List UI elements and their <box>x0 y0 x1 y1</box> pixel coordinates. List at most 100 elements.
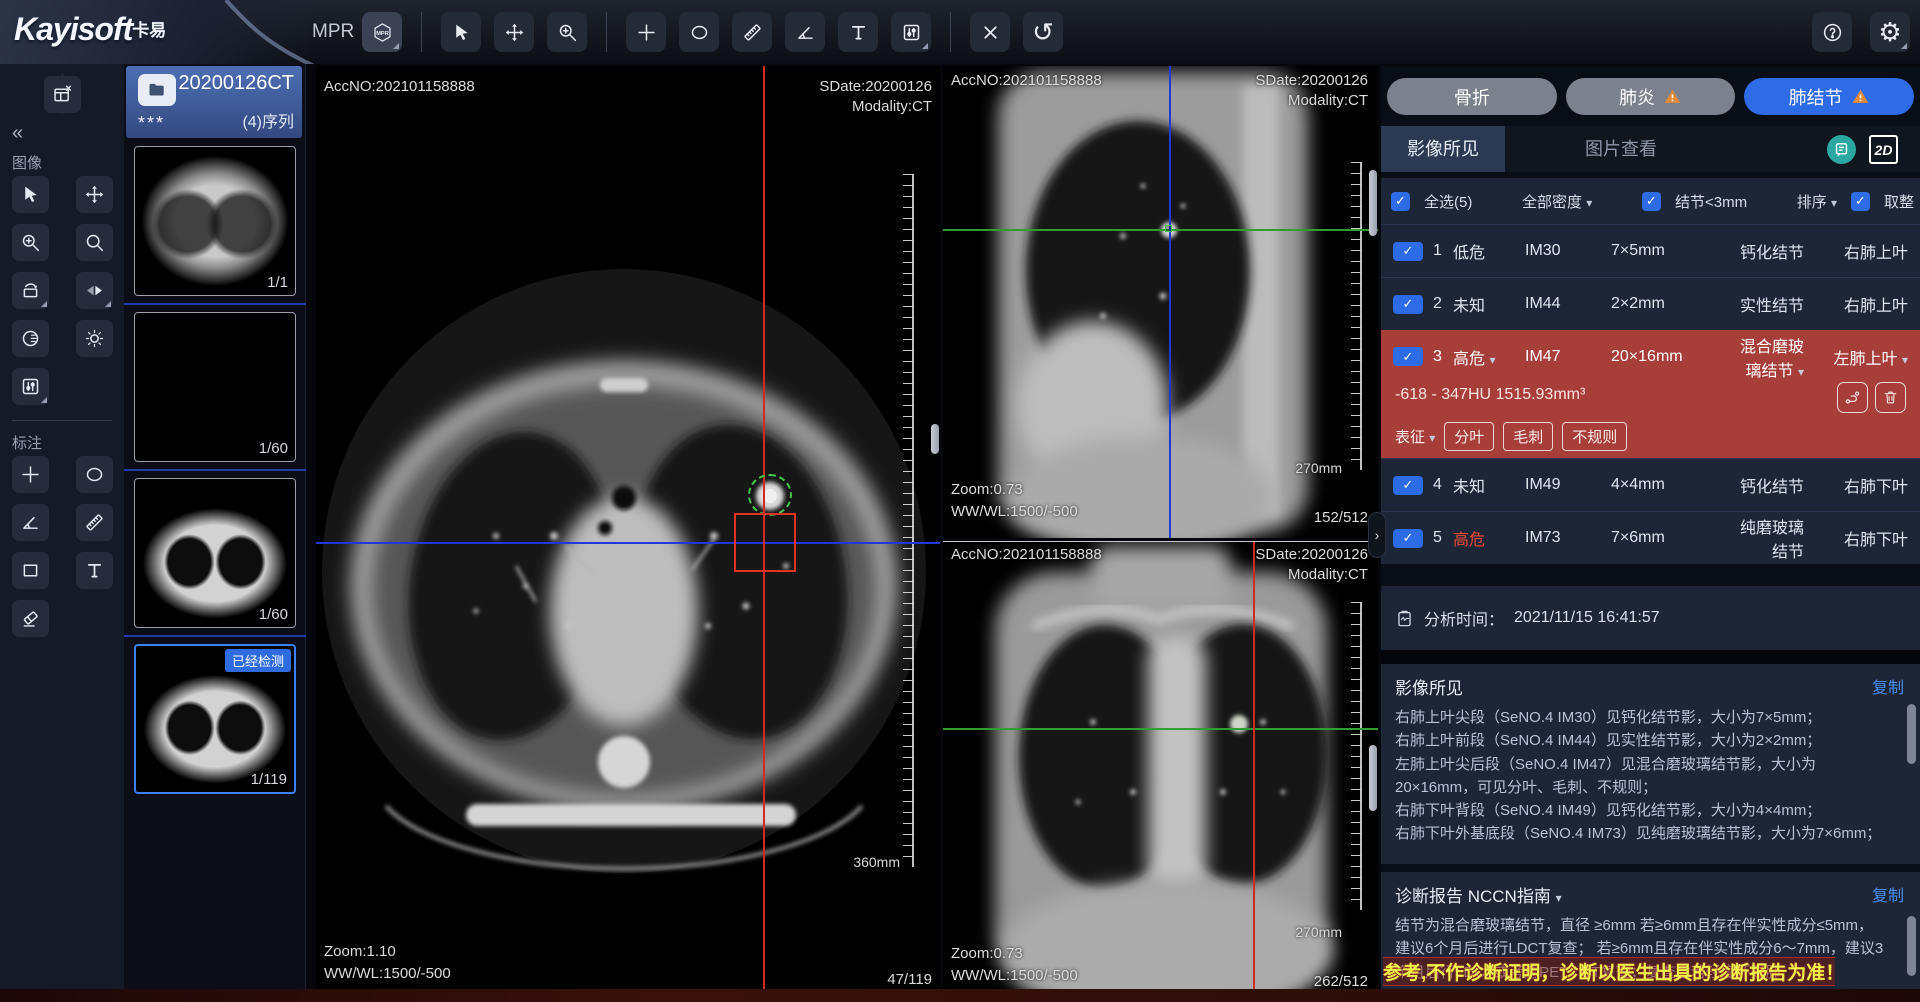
crosshair-center-marker[interactable] <box>1165 225 1172 232</box>
section-title-image: 图像 <box>12 152 42 173</box>
sb-window-preset-button[interactable] <box>12 320 49 357</box>
sb-pointer-button[interactable] <box>12 176 49 213</box>
sb-cine-button[interactable] <box>76 272 113 309</box>
nodule-location-dropdown[interactable]: 左肺上叶 ▾ <box>1804 345 1908 369</box>
crosshair-horizontal-line[interactable] <box>943 229 1378 231</box>
nodule-type-dropdown[interactable]: 混合磨玻璃结节 ▾ <box>1735 333 1804 381</box>
axial-viewport[interactable]: AccNO:202101158888 SDate:20200126 Modali… <box>316 66 940 1002</box>
crosshair-vertical-line[interactable] <box>1169 66 1171 538</box>
delete-nodule-button[interactable] <box>1875 382 1906 413</box>
row-checkbox[interactable]: ✓ <box>1393 295 1423 314</box>
nodule-detection-circle[interactable] <box>748 474 792 516</box>
sort-dropdown[interactable]: 排序 ▾ <box>1797 191 1837 212</box>
sb-rectangle-button[interactable] <box>12 552 49 589</box>
sb-crosshair-button[interactable] <box>12 456 49 493</box>
study-date: SDate:20200126 <box>1255 72 1368 89</box>
sb-eraser-button[interactable] <box>12 600 49 637</box>
left-sidebar: « 图像 标注 <box>0 64 124 1002</box>
row-checkbox[interactable]: ✓ <box>1393 242 1423 261</box>
sb-adjust-button[interactable] <box>12 368 49 405</box>
nodule-roi-box[interactable] <box>734 513 796 572</box>
sb-brightness-button[interactable] <box>76 320 113 357</box>
thumbnail-series-3[interactable]: 1/60 <box>134 478 296 628</box>
small-nodule-checkbox[interactable]: ✓ <box>1642 192 1661 211</box>
collapse-sidebar-button[interactable]: « <box>12 122 23 145</box>
trait-chip-irregular[interactable]: 不规则 <box>1562 422 1627 451</box>
text-tool-button[interactable] <box>838 12 878 52</box>
nodule-risk-dropdown[interactable]: 高危 ▾ <box>1453 345 1525 369</box>
module-tab-lung-nodule[interactable]: 肺结节 <box>1744 78 1914 115</box>
module-tab-pneumonia[interactable]: 肺炎 <box>1566 78 1736 115</box>
module-tab-fracture[interactable]: 骨折 <box>1387 78 1557 115</box>
crosshair-horizontal-line[interactable] <box>943 728 1378 730</box>
panel-expand-handle[interactable]: › <box>1368 512 1386 558</box>
nodule-row-4[interactable]: ✓ 4 未知 IM49 4×4mm 钙化结节 右肺下叶 <box>1381 458 1920 511</box>
modality: Modality:CT <box>852 98 932 115</box>
adjust-tool-button[interactable] <box>891 12 931 52</box>
pan-tool-button[interactable] <box>494 12 534 52</box>
nodule-type: 钙化结节 <box>1735 473 1804 497</box>
trait-dropdown[interactable]: 表征 ▾ <box>1395 426 1435 447</box>
sagittal-viewport[interactable]: AccNO:202101158888 SDate:20200126 Modali… <box>943 66 1378 538</box>
sb-text-button[interactable] <box>76 552 113 589</box>
angle-tool-button[interactable] <box>785 12 825 52</box>
folder-button[interactable] <box>138 74 176 106</box>
close-layout-button[interactable] <box>44 76 81 113</box>
thumbnail-series-4-selected[interactable]: 已经检测 1/119 <box>134 644 296 794</box>
nodule-row-2[interactable]: ✓ 2 未知 IM44 2×2mm 实性结节 右肺上叶 <box>1381 277 1920 330</box>
crosshair-horizontal-line[interactable] <box>316 542 940 544</box>
trait-chip-lobulation[interactable]: 分叶 <box>1444 422 1494 451</box>
sb-angle-button[interactable] <box>12 504 49 541</box>
trait-chip-spiculation[interactable]: 毛刺 <box>1503 422 1553 451</box>
coronal-scrollbar-thumb[interactable] <box>1369 745 1377 811</box>
round-checkbox[interactable]: ✓ <box>1851 192 1870 211</box>
ellipse-tool-button[interactable] <box>679 12 719 52</box>
axial-scrollbar-thumb[interactable] <box>931 424 939 454</box>
report-title-dropdown[interactable]: 诊断报告 NCCN指南 ▾ <box>1395 882 1562 907</box>
series-header[interactable]: 20200126CT *** (4)序列 <box>126 66 302 138</box>
reset-button[interactable]: ↺ <box>1023 12 1063 52</box>
report-scrollbar-thumb[interactable] <box>1907 916 1916 976</box>
row-checkbox[interactable]: ✓ <box>1393 476 1423 495</box>
copy-findings-link[interactable]: 复制 <box>1872 674 1904 699</box>
follow-up-button[interactable] <box>1837 382 1868 413</box>
finding-line: 左肺上叶尖后段（SeNO.4 IM47）见混合磨玻璃结节影，大小为20×16mm… <box>1395 753 1884 800</box>
row-checkbox[interactable]: ✓ <box>1393 529 1423 548</box>
copy-report-link[interactable]: 复制 <box>1872 882 1904 907</box>
selected-row-header[interactable]: ✓ 3 高危 ▾ IM47 20×16mm 混合磨玻璃结节 ▾ 左肺上叶 ▾ <box>1381 330 1920 383</box>
mpr-layout-button[interactable]: MPR <box>362 12 402 52</box>
coronal-viewport[interactable]: AccNO:202101158888 SDate:20200126 Modali… <box>943 541 1378 1002</box>
sb-magnify-button[interactable] <box>76 224 113 261</box>
sagittal-scrollbar-thumb[interactable] <box>1369 170 1377 236</box>
findings-scrollbar-thumb[interactable] <box>1907 704 1916 764</box>
nodule-row-5[interactable]: ✓ 5 高危 IM73 7×6mm 纯磨玻璃结节 右肺下叶 <box>1381 511 1920 564</box>
sb-ruler-button[interactable] <box>76 504 113 541</box>
report-bubble-button[interactable] <box>1827 135 1856 164</box>
density-filter-dropdown[interactable]: 全部密度 ▾ <box>1522 191 1592 212</box>
crosshair-tool-button[interactable] <box>626 12 666 52</box>
ruler-tool-button[interactable] <box>732 12 772 52</box>
nodule-image-index: IM49 <box>1525 476 1611 494</box>
pointer-tool-button[interactable] <box>441 12 481 52</box>
sb-rotate-button[interactable] <box>12 272 49 309</box>
warning-icon <box>1663 87 1682 106</box>
sb-ellipse-button[interactable] <box>76 456 113 493</box>
select-all-checkbox[interactable]: ✓ <box>1391 192 1410 211</box>
dimension-toggle-button[interactable]: 2D <box>1869 135 1898 164</box>
nodule-row-1[interactable]: ✓ 1 低危 IM30 7×5mm 钙化结节 右肺上叶 <box>1381 224 1920 277</box>
findings-body: 右肺上叶尖段（SeNO.4 IM30）见钙化结节影，大小为7×5mm； 右肺上叶… <box>1395 706 1884 846</box>
crosshair-vertical-line[interactable] <box>1253 542 1255 1002</box>
tab-findings[interactable]: 影像所见 <box>1381 126 1505 172</box>
topbar-right: ⚙ <box>1812 12 1910 52</box>
zoom-tool-button[interactable] <box>547 12 587 52</box>
thumbnail-scout[interactable]: 1/1 <box>134 146 296 296</box>
tab-image-view[interactable]: 图片查看 <box>1559 126 1683 172</box>
row-checkbox[interactable]: ✓ <box>1393 347 1423 366</box>
settings-button[interactable]: ⚙ <box>1870 12 1910 52</box>
delete-annotation-button[interactable] <box>970 12 1010 52</box>
thumbnail-series-2[interactable]: 1/60 <box>134 312 296 462</box>
sb-zoom-button[interactable] <box>12 224 49 261</box>
nodule-row-3-selected[interactable]: ✓ 3 高危 ▾ IM47 20×16mm 混合磨玻璃结节 ▾ 左肺上叶 ▾ -… <box>1381 330 1920 458</box>
help-button[interactable] <box>1812 12 1852 52</box>
sb-pan-button[interactable] <box>76 176 113 213</box>
